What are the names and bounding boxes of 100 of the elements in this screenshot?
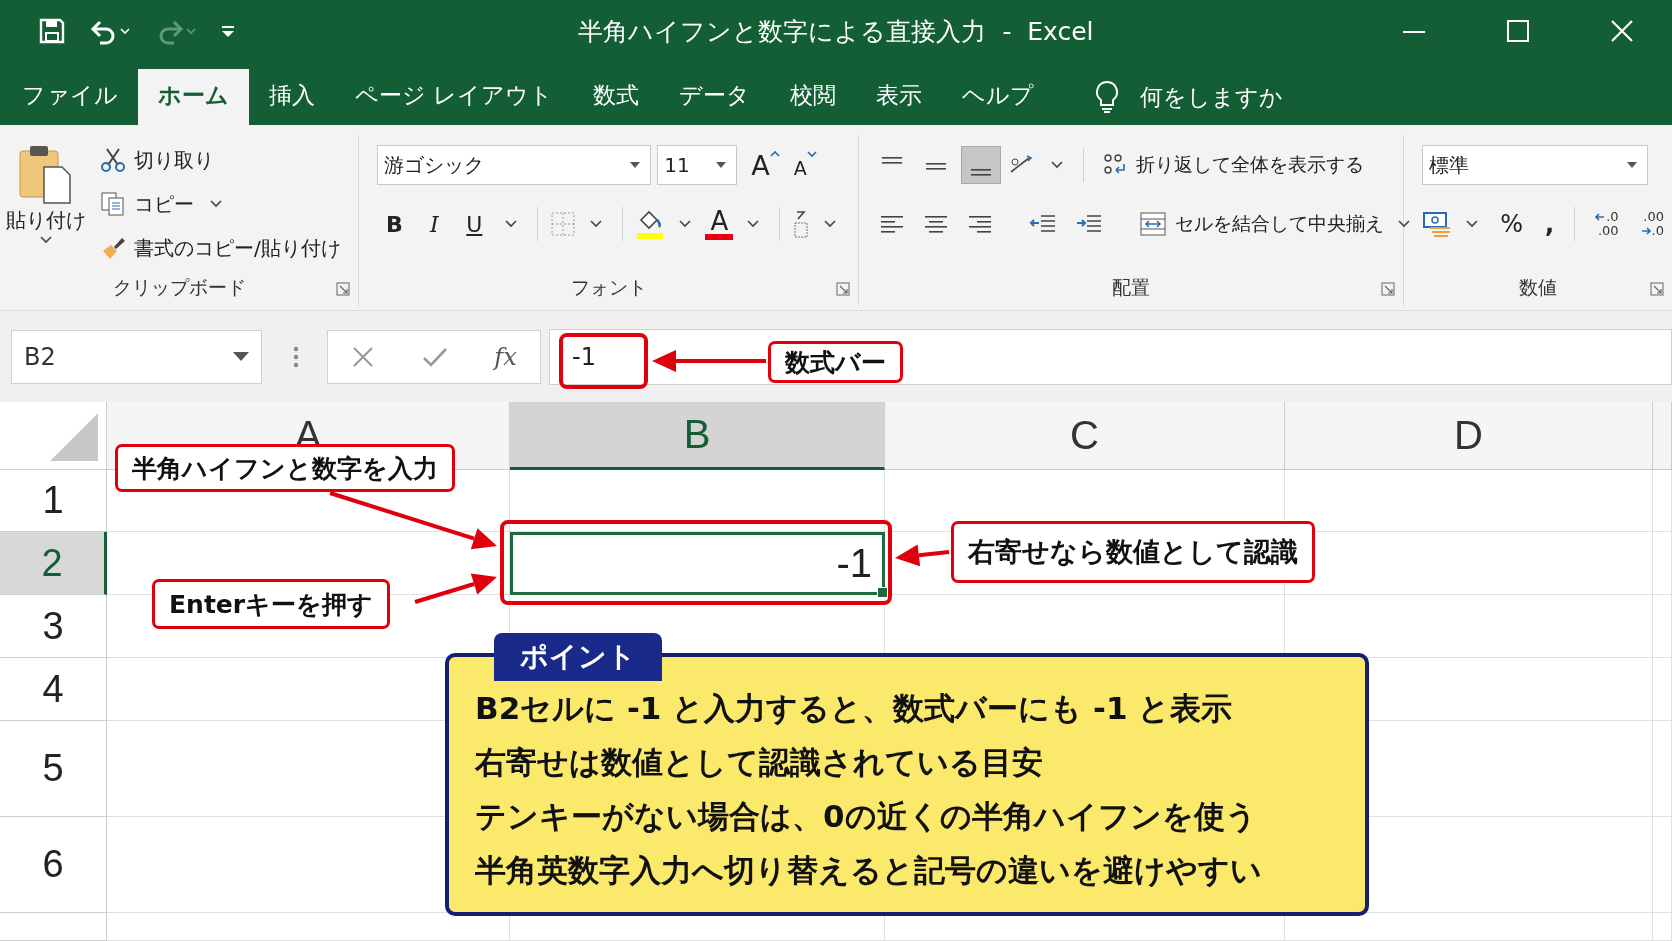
close-icon[interactable]: [1610, 19, 1634, 43]
fill-handle[interactable]: [877, 587, 888, 598]
cut-button[interactable]: 切り取り: [134, 146, 214, 174]
caret-icon[interactable]: [679, 220, 692, 228]
decrease-decimal-button[interactable]: .00 .0: [1640, 210, 1664, 238]
caret-icon[interactable]: [1051, 161, 1064, 169]
font-color-button[interactable]: A: [710, 208, 729, 234]
copy-icon: [100, 191, 126, 217]
row-header[interactable]: 1: [0, 470, 107, 532]
caret-icon[interactable]: [590, 220, 603, 228]
point-text: 半角英数字入力へ切り替えると記号の違いを避けやすい: [475, 851, 1263, 890]
name-box[interactable]: B2: [11, 329, 262, 384]
ribbon-tab[interactable]: 校閲: [770, 69, 857, 125]
dropdown-arrow-icon: [630, 162, 641, 168]
callout-tooltip: 数式バー: [768, 341, 903, 383]
merge-center-button[interactable]: セルを結合して中央揃え: [1139, 211, 1385, 237]
point-text: 右寄せは数値として認識されている目安: [475, 743, 1044, 782]
caret-icon[interactable]: [210, 200, 222, 208]
column-header[interactable]: D: [1285, 402, 1653, 470]
callout-tooltip: Enterキーを押す: [152, 579, 391, 629]
row-header[interactable]: 4: [0, 658, 107, 721]
caret-icon[interactable]: [40, 236, 52, 244]
vertical-align-icon[interactable]: [961, 146, 1002, 184]
maximize-icon[interactable]: [1506, 19, 1530, 43]
number-format-dropdown[interactable]: 標準: [1422, 145, 1649, 185]
row-header[interactable]: 5: [0, 721, 107, 817]
lightbulb-icon: [1094, 80, 1121, 114]
decrease-font-size-button[interactable]: A: [793, 151, 807, 179]
ribbon-tab[interactable]: 表示: [856, 69, 943, 125]
caret-icon[interactable]: [1466, 220, 1479, 228]
currency-icon[interactable]: [1422, 210, 1453, 238]
save-icon[interactable]: [38, 17, 66, 45]
column-header[interactable]: B: [510, 402, 885, 470]
paste-button[interactable]: 貼り付け: [6, 207, 86, 234]
caret-icon[interactable]: [1398, 220, 1411, 228]
group-label: フォント: [570, 275, 647, 300]
color-bar: [705, 234, 734, 240]
point-text: テンキーがない場合は、0の近くの半角ハイフンを使う: [475, 797, 1258, 836]
insert-function-button[interactable]: fx: [494, 342, 517, 371]
caret-up-icon: [769, 149, 780, 157]
column-header[interactable]: C: [885, 402, 1285, 470]
caret-icon[interactable]: [505, 220, 518, 228]
phonetic-guide-icon[interactable]: [792, 209, 811, 239]
merge-cells-icon: [1139, 211, 1168, 237]
cancel-icon[interactable]: [351, 344, 376, 369]
right-arrow-icon: [1640, 227, 1651, 235]
table-cell: [1653, 658, 1672, 721]
scissors-icon: [100, 147, 126, 173]
ribbon-tab[interactable]: ヘルプ: [942, 69, 1055, 125]
underline-button[interactable]: U: [457, 211, 492, 237]
ribbon-tab[interactable]: 数式: [573, 69, 660, 125]
paintbrush-icon: [100, 235, 126, 261]
active-cell[interactable]: -1: [510, 532, 885, 595]
dialog-launcher-icon[interactable]: [1650, 282, 1664, 296]
group-label: 配置: [1112, 275, 1151, 300]
caret-icon[interactable]: [824, 220, 837, 228]
increase-decimal-button[interactable]: .0 .00: [1595, 210, 1619, 238]
caret-down-icon: [806, 151, 817, 158]
more-options-icon[interactable]: [293, 344, 299, 369]
bold-button[interactable]: B: [377, 211, 412, 237]
dropdown-arrow-icon: [233, 352, 249, 361]
fill-color-icon[interactable]: [635, 208, 666, 240]
ribbon-tab[interactable]: ファイル: [2, 69, 138, 125]
dialog-launcher-icon[interactable]: [836, 282, 851, 296]
dropdown-arrow-icon: [1627, 162, 1638, 168]
row-header[interactable]: 2: [0, 532, 107, 595]
group-label: 数値: [1519, 275, 1558, 300]
font-name-dropdown[interactable]: 游ゴシック: [377, 145, 652, 185]
dialog-launcher-icon[interactable]: [336, 282, 351, 296]
percent-style-button[interactable]: %: [1500, 210, 1524, 238]
table-cell: [1653, 913, 1672, 941]
table-cell: [1653, 470, 1672, 532]
font-size-dropdown[interactable]: 11: [657, 145, 738, 185]
italic-button[interactable]: I: [417, 211, 452, 237]
formula-value[interactable]: -1: [572, 342, 596, 371]
row-header[interactable]: 6: [0, 817, 107, 913]
paste-icon[interactable]: [18, 143, 74, 205]
ribbon-tab[interactable]: データ: [659, 69, 771, 125]
format-painter-button[interactable]: 書式のコピー/貼り付け: [134, 234, 341, 262]
table-cell: [1653, 532, 1672, 595]
ribbon-tab[interactable]: ページ レイアウト: [335, 69, 574, 125]
copy-button[interactable]: コピー: [134, 190, 194, 218]
wrap-text-button[interactable]: 折り返して全体を表示する: [1102, 152, 1365, 178]
dropdown-arrow-icon: [716, 162, 727, 168]
ribbon-tab[interactable]: ホーム: [138, 69, 249, 125]
caret-icon[interactable]: [747, 220, 760, 228]
table-cell: [1653, 595, 1672, 658]
point-tag: ポイント: [494, 633, 662, 681]
ribbon-tab[interactable]: 挿入: [249, 69, 335, 125]
point-text: B2セルに -1 と入力すると、数式バーにも -1 と表示: [475, 689, 1234, 728]
increase-font-size-button[interactable]: A: [751, 149, 770, 181]
dialog-launcher-icon[interactable]: [1381, 282, 1396, 296]
callout-tooltip: 右寄せなら数値として認識: [951, 521, 1315, 583]
arrow: [895, 544, 950, 567]
customize-icon[interactable]: [220, 23, 236, 39]
comma-style-button[interactable]: ,: [1545, 210, 1555, 238]
left-arrow-icon: [1595, 213, 1606, 221]
row-header[interactable]: 3: [0, 595, 107, 658]
group-label: クリップボード: [112, 275, 246, 300]
tell-me-field[interactable]: 何をしますか: [1140, 84, 1341, 110]
